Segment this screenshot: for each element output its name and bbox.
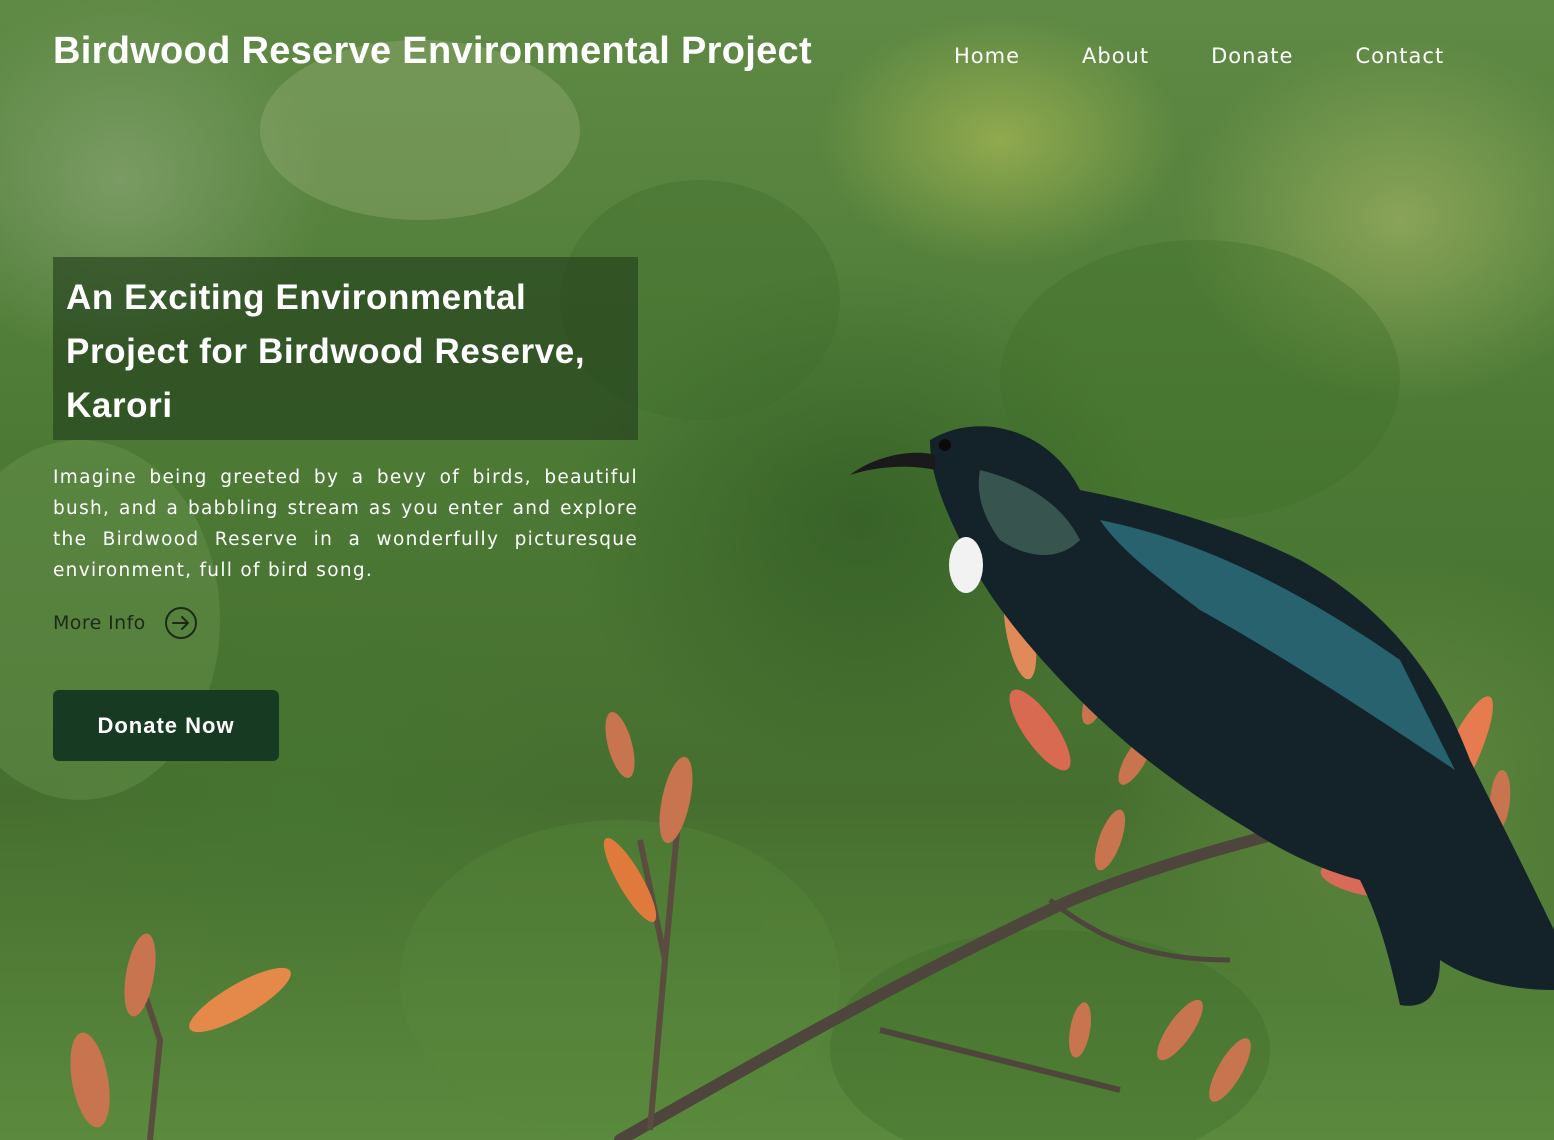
hero-headline-box: An Exciting Environmental Project for Bi… <box>53 257 638 440</box>
nav-link-donate[interactable]: Donate <box>1211 44 1293 68</box>
main-nav: Home About Donate Contact <box>954 44 1444 68</box>
nav-link-home[interactable]: Home <box>954 44 1020 68</box>
more-info-label: More Info <box>53 612 146 634</box>
nav-link-contact[interactable]: Contact <box>1355 44 1444 68</box>
hero-intro-text: Imagine being greeted by a bevy of birds… <box>53 467 638 581</box>
hero-headline: An Exciting Environmental Project for Bi… <box>66 278 586 425</box>
arrow-right-circle-icon <box>164 607 197 639</box>
more-info-link[interactable]: More Info <box>53 606 198 640</box>
site-title[interactable]: Birdwood Reserve Environmental Project <box>53 30 812 73</box>
donate-now-button[interactable]: Donate Now <box>53 690 279 761</box>
nav-link-about[interactable]: About <box>1082 44 1149 68</box>
